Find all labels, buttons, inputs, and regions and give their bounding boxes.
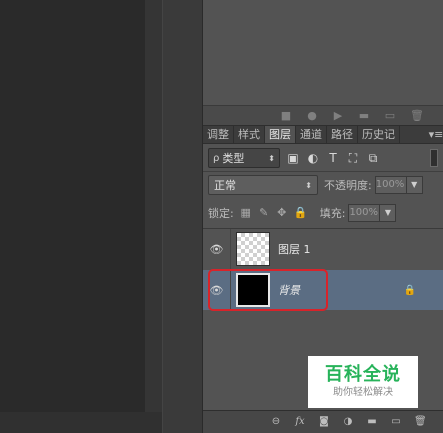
divider	[203, 171, 443, 172]
lock-icon: 🔒	[403, 284, 416, 296]
layers-footer-toolbar: ⊖ fx ◙ ◑ ▬ ▭ 🗑	[203, 410, 443, 433]
filter-toggle-switch[interactable]	[430, 149, 438, 167]
record-icon[interactable]: ●	[306, 109, 318, 122]
fill-label: 填充:	[319, 207, 346, 220]
watermark-subtitle: 助你轻松解决	[333, 387, 393, 398]
layer-row[interactable]: 👁 图层 1	[203, 229, 443, 269]
smart-object-filter-icon[interactable]: ⧉	[366, 151, 380, 165]
lock-transparent-pixels-icon[interactable]: ▦	[240, 207, 252, 219]
blend-mode-label: 正常	[214, 179, 236, 192]
layer-name: 图层 1	[278, 243, 311, 256]
watermark-logo: 百科全说 助你轻松解决	[308, 356, 418, 408]
folder-icon[interactable]: ▬	[358, 109, 370, 122]
eye-icon[interactable]: 👁	[203, 270, 231, 310]
new-layer-icon[interactable]: ▭	[390, 416, 402, 428]
fill-input[interactable]: 100%	[348, 204, 381, 222]
trash-icon[interactable]: 🗑	[414, 416, 427, 428]
adjustment-filter-icon[interactable]: ◐	[306, 151, 320, 165]
fx-icon[interactable]: fx	[294, 416, 306, 428]
canvas-area[interactable]	[0, 0, 162, 433]
lock-label: 锁定:	[208, 207, 234, 220]
chevron-down-icon[interactable]: ▼	[380, 204, 397, 222]
panel-dock-strip	[162, 0, 202, 433]
right-panel-dock: ■ ● ▶ ▬ ▭ 🗑 调整 样式 图层 通道 路径 历史记 ▾≡ ρ 类型 ⬍…	[202, 0, 443, 433]
opacity-label: 不透明度:	[324, 179, 372, 192]
add-mask-icon[interactable]: ◙	[318, 416, 330, 428]
canvas-horizontal-scrollbar[interactable]	[0, 412, 162, 433]
lock-all-icon[interactable]: 🔒	[294, 207, 308, 219]
filter-kind-select[interactable]: ρ 类型 ⬍	[208, 148, 280, 168]
lock-position-icon[interactable]: ✥	[276, 207, 288, 219]
tab-adjustments[interactable]: 调整	[203, 126, 234, 143]
layer-filter-row: ρ 类型 ⬍ ▣ ◐ T ⛶ ⧉	[203, 145, 443, 171]
tab-layers[interactable]: 图层	[265, 126, 296, 143]
history-panel-body	[203, 0, 443, 106]
blend-row: 正常 ⬍ 不透明度: 100% ▼	[203, 173, 443, 197]
new-group-icon[interactable]: ▬	[366, 416, 378, 428]
eye-icon[interactable]: 👁	[203, 229, 231, 269]
panel-tab-bar: 调整 样式 图层 通道 路径 历史记 ▾≡	[203, 126, 443, 144]
updown-arrow-icon: ⬍	[305, 180, 312, 190]
tab-styles[interactable]: 样式	[234, 126, 265, 143]
link-layers-icon[interactable]: ⊖	[270, 416, 282, 428]
new-item-icon[interactable]: ▭	[384, 109, 396, 122]
adjustment-layer-icon[interactable]: ◑	[342, 416, 354, 428]
stop-icon[interactable]: ■	[280, 109, 292, 122]
history-panel-toolbar: ■ ● ▶ ▬ ▭ 🗑	[203, 106, 443, 126]
play-icon[interactable]: ▶	[332, 109, 344, 122]
filter-kind-label: 类型	[222, 152, 245, 165]
canvas-vertical-scrollbar[interactable]	[145, 0, 162, 412]
trash-icon[interactable]: 🗑	[410, 109, 424, 122]
layer-name: 背景	[278, 284, 300, 297]
search-icon: ρ	[213, 152, 220, 164]
tab-history[interactable]: 历史记	[358, 126, 400, 143]
lock-row: 锁定: ▦ ✎ ✥ 🔒 填充: 100% ▼	[203, 201, 443, 225]
blend-mode-select[interactable]: 正常 ⬍	[208, 175, 318, 195]
opacity-input[interactable]: 100%	[374, 176, 407, 194]
type-filter-icon[interactable]: T	[326, 151, 340, 165]
layer-thumbnail	[236, 273, 270, 307]
panel-menu-icon[interactable]: ▾≡	[428, 126, 443, 143]
shape-filter-icon[interactable]: ⛶	[346, 151, 360, 165]
layer-thumbnail	[236, 232, 270, 266]
tab-channels[interactable]: 通道	[296, 126, 327, 143]
updown-arrow-icon: ⬍	[268, 153, 275, 163]
lock-image-pixels-icon[interactable]: ✎	[258, 207, 270, 219]
canvas-workspace[interactable]	[0, 0, 145, 412]
tab-paths[interactable]: 路径	[327, 126, 358, 143]
chevron-down-icon[interactable]: ▼	[406, 176, 423, 194]
watermark-title: 百科全说	[325, 364, 401, 385]
layers-list: 👁 图层 1 👁 背景 🔒 百科全说 助你轻松解决	[203, 228, 443, 410]
image-filter-icon[interactable]: ▣	[286, 151, 300, 165]
layer-row-selected[interactable]: 👁 背景 🔒	[203, 270, 443, 310]
